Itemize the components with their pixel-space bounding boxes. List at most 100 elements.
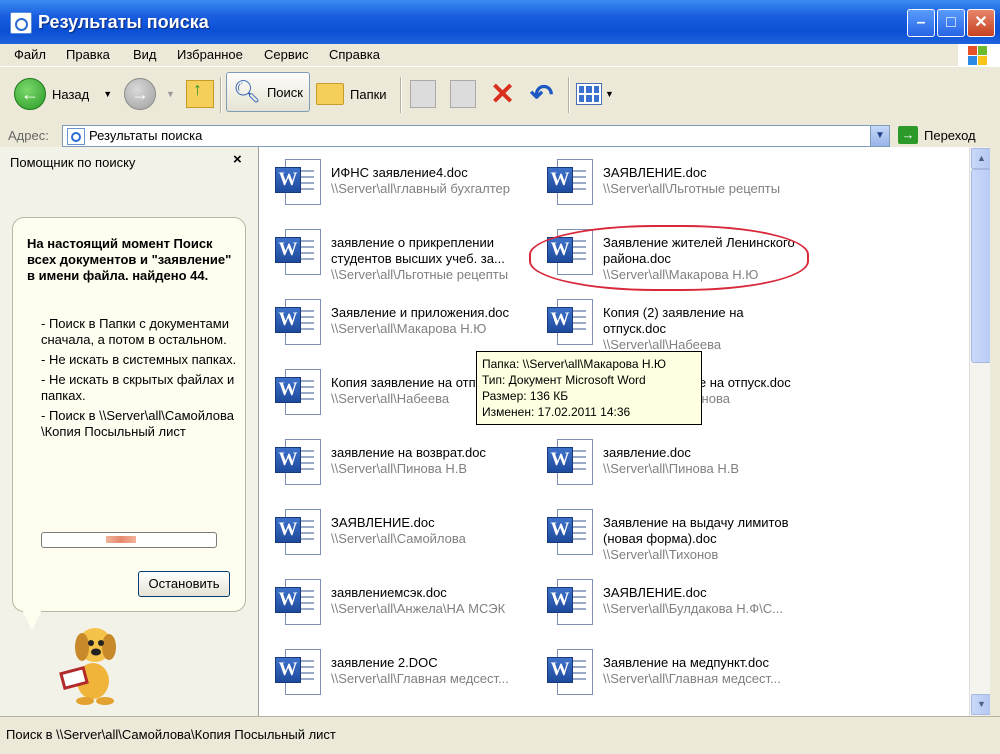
stop-button[interactable]: Остановить	[138, 571, 230, 597]
back-arrow-icon: ←	[14, 78, 46, 110]
file-name: Заявление на выдачу лимитов (новая форма…	[603, 515, 789, 546]
result-name: заявлениемсэк.doc \\Server\all\Анжела\НА …	[331, 585, 536, 617]
file-path: \\Server\all\Булдакова Н.Ф\С...	[603, 601, 783, 616]
window-border	[990, 147, 1000, 716]
minimize-button[interactable]: –	[907, 9, 935, 37]
toolbar: ← Назад ▼ → ▼ ↑ 🔍︎ Поиск Папки ✕ ↶ ▼	[0, 67, 1000, 124]
result-item[interactable]: Wзаявление.doc \\Server\all\Пинова Н.В	[539, 433, 809, 497]
vertical-scrollbar[interactable]: ▲ ▼	[969, 147, 992, 716]
up-folder-icon: ↑	[186, 79, 214, 108]
views-button[interactable]: ▼	[576, 73, 614, 115]
result-name: Заявление и приложения.doc \\Server\all\М…	[331, 305, 536, 337]
magnifier-icon: 🔍︎	[233, 79, 261, 104]
word-document-icon: W	[547, 579, 595, 629]
result-item[interactable]: Wзаявлениемсэк.doc \\Server\all\Анжела\НА…	[267, 573, 537, 637]
menu-bar: Файл Правка Вид Избранное Сервис Справка	[0, 44, 1000, 67]
undo-button[interactable]: ↶	[530, 73, 553, 115]
status-bar: Поиск в \\Server\all\Самойлова\Копия Пос…	[0, 716, 1000, 754]
result-name: заявление о прикреплении студентов высши…	[331, 235, 536, 283]
file-name: Копия (2) заявление на отпуск.doc	[603, 305, 744, 336]
go-button[interactable]: → Переход	[898, 126, 976, 144]
result-item[interactable]: Wзаявление о прикреплении студентов высш…	[267, 223, 537, 287]
scroll-down-icon[interactable]: ▼	[971, 694, 992, 715]
file-path: \\Server\all\Самойлова	[331, 531, 466, 546]
move-to-icon	[410, 80, 436, 108]
search-progress-bar	[41, 532, 217, 548]
address-dropdown-icon[interactable]: ▼	[870, 126, 889, 146]
search-companion-pane: Помощник по поиску × На настоящий момент…	[0, 147, 259, 716]
result-item[interactable]: W Заявление и приложения.doc \\Server\all\…	[267, 293, 537, 357]
delete-button[interactable]: ✕	[490, 73, 515, 115]
copy-to-button[interactable]	[450, 73, 476, 115]
scroll-up-icon[interactable]: ▲	[971, 148, 992, 169]
maximize-button[interactable]: □	[937, 9, 965, 37]
close-button[interactable]: ✕	[967, 9, 995, 37]
up-folder-button[interactable]: ↑	[186, 73, 214, 115]
views-icon	[576, 83, 602, 105]
file-name: заявлениемсэк.doc	[331, 585, 447, 600]
result-item[interactable]: Wзаявление 2.DOC \\Server\all\Главная мед…	[267, 643, 537, 707]
file-name: ЗАЯВЛЕНИЕ.doc	[331, 515, 435, 530]
result-name: заявление.doc \\Server\all\Пинова Н.В	[603, 445, 808, 477]
scroll-thumb[interactable]	[971, 169, 992, 363]
result-item[interactable]: Wзаявление на возврат.doc \\Server\all\Пи…	[267, 433, 537, 497]
word-document-icon: W	[547, 159, 595, 209]
result-name: заявление на возврат.doc \\Server\all\Пин…	[331, 445, 536, 477]
folders-button[interactable]: Папки	[316, 73, 387, 115]
search-button[interactable]: 🔍︎ Поиск	[226, 72, 310, 112]
menu-help[interactable]: Справка	[329, 47, 380, 62]
search-option-note: - Не искать в скрытых файлах и папках.	[41, 372, 235, 403]
result-name: ИФНС заявление4.doc \\Server\all\главный …	[331, 165, 536, 197]
file-name: заявление.doc	[603, 445, 691, 460]
search-options-list: - Поиск в Папки с документами сначала, а…	[41, 316, 241, 444]
window-title: Результаты поиска	[38, 12, 209, 32]
word-document-icon: W	[275, 369, 323, 419]
file-path: \\Server\all\Набеева	[603, 337, 722, 352]
pane-close-icon[interactable]: ×	[233, 151, 242, 168]
delete-x-icon: ✕	[490, 77, 516, 111]
result-name: Заявление на медпункт.doc \\Server\all\Гл…	[603, 655, 808, 687]
menu-tools[interactable]: Сервис	[264, 47, 309, 62]
file-path: \\Server\all\Макарова Н.Ю	[331, 321, 487, 336]
word-document-icon: W	[275, 299, 323, 349]
search-option-note: - Поиск в Папки с документами сначала, а…	[41, 316, 229, 347]
result-item[interactable]: W ЗАЯВЛЕНИЕ.doc \\Server\all\Льготные реце…	[539, 153, 809, 217]
bubble-tail	[22, 609, 42, 631]
go-arrow-icon: →	[898, 126, 918, 144]
search-option-note: - Поиск в \\Server\all\Самойлова\Копия П…	[41, 408, 234, 439]
file-name: Заявление и приложения.doc	[331, 305, 510, 320]
file-name: заявление 2.DOC	[331, 655, 438, 670]
file-path: \\Server\all\Тихонов	[603, 547, 719, 562]
forward-dropdown-icon[interactable]: ▼	[166, 89, 175, 99]
menu-view[interactable]: Вид	[133, 47, 157, 62]
menu-edit[interactable]: Правка	[66, 47, 110, 62]
result-item[interactable]: W ЗАЯВЛЕНИЕ.doc \\Server\all\Булдакова Н.Ф…	[539, 573, 809, 637]
red-highlight-circle	[529, 225, 809, 291]
menu-favorites[interactable]: Избранное	[177, 47, 243, 62]
folders-label: Папки	[350, 86, 387, 102]
word-document-icon: W	[275, 579, 323, 629]
result-item[interactable]: W Копия (2) заявление на отпуск.doc \\Serv…	[539, 293, 809, 357]
move-to-button[interactable]	[410, 73, 436, 115]
search-label: Поиск	[266, 84, 303, 100]
forward-button[interactable]: → ▼	[124, 73, 175, 115]
result-item[interactable]: W Заявление на выдачу лимитов (новая форм…	[539, 503, 809, 567]
result-item[interactable]: W ИФНС заявление4.doc \\Server\all\главный…	[267, 153, 537, 217]
file-name: ЗАЯВЛЕНИЕ.doc	[603, 585, 707, 600]
back-dropdown-icon[interactable]: ▼	[103, 89, 112, 99]
tooltip-line: Папка: \\Server\all\Макарова Н.Ю	[482, 357, 667, 371]
title-bar: Результаты поиска – □ ✕	[0, 0, 1000, 44]
forward-arrow-icon: →	[124, 78, 156, 110]
menu-file[interactable]: Файл	[14, 47, 46, 62]
tooltip-line: Изменен: 17.02.2011 14:36	[482, 405, 631, 419]
search-dog-icon[interactable]	[55, 617, 125, 705]
word-document-icon: W	[547, 299, 595, 349]
file-info-tooltip: Папка: \\Server\all\Макарова Н.Ю Тип: Док…	[476, 351, 702, 425]
search-results-icon	[67, 128, 85, 145]
back-button[interactable]: ← Назад ▼	[14, 73, 112, 115]
address-input[interactable]: Результаты поиска ▼	[62, 125, 890, 147]
file-path: \\Server\all\Льготные рецепты	[331, 267, 509, 282]
file-name: заявление на возврат.doc	[331, 445, 486, 460]
result-item[interactable]: W ЗАЯВЛЕНИЕ.doc \\Server\all\Самойлова	[267, 503, 537, 567]
result-item[interactable]: W Заявление на медпункт.doc \\Server\all\Г…	[539, 643, 809, 707]
